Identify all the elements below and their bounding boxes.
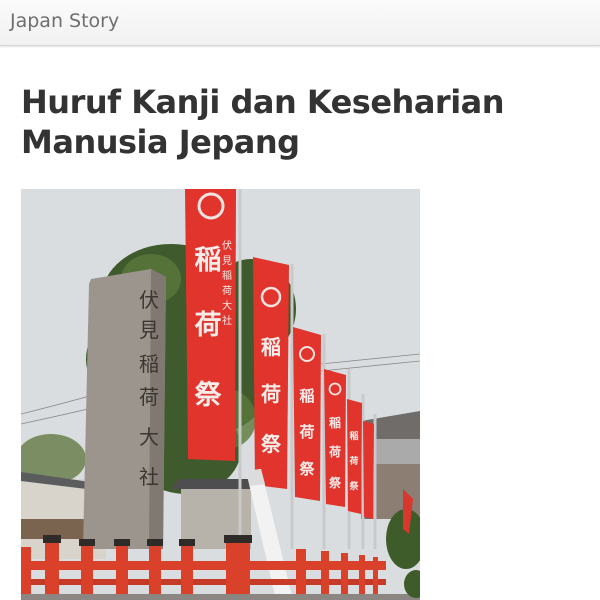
banner-small-char: 稲 — [222, 270, 232, 282]
banner-1: 稲 荷 祭 伏 見 稲 荷 大 社 — [185, 189, 236, 461]
pillar-char: 見 — [139, 318, 159, 342]
banner-char: 稲 — [299, 387, 314, 405]
banner-char: 稲 — [329, 415, 341, 430]
article-title: Huruf Kanji dan Keseharian Manusia Jepan… — [21, 83, 505, 161]
banner-4: 稲 荷 祭 — [324, 369, 346, 507]
app-title[interactable]: Japan Story — [10, 10, 119, 32]
banner-char: 祭 — [260, 432, 282, 456]
banner-small-char: 伏 — [222, 239, 232, 252]
pillar-char: 伏 — [139, 288, 159, 312]
banner-char: 荷 — [195, 310, 222, 341]
article-photo: 伏 見 稲 荷 大 社 稲 荷 祭 伏 見 稲 荷 大 社 稲 荷 祭 稲 荷 … — [21, 189, 420, 600]
banner-char: 祭 — [298, 460, 315, 478]
banner-small-char: 見 — [222, 255, 232, 267]
pillar-char: 社 — [139, 465, 159, 489]
banner-char: 荷 — [348, 455, 358, 467]
banner-small-char: 大 — [222, 299, 232, 312]
banner-char: 荷 — [328, 444, 341, 459]
banner-2: 稲 荷 祭 — [253, 257, 289, 489]
banner-char: 荷 — [261, 382, 281, 406]
banner-char: 祭 — [195, 379, 223, 411]
banner-3: 稲 荷 祭 — [293, 327, 321, 501]
banner-char: 稲 — [349, 430, 358, 442]
banner-char: 祭 — [328, 475, 342, 490]
banner-char: 稲 — [261, 335, 281, 359]
top-app-bar: Japan Story — [0, 0, 600, 46]
banner-5: 稲 荷 祭 — [347, 399, 362, 514]
banner-char: 稲 — [195, 245, 222, 276]
pillar-char: 荷 — [139, 385, 159, 409]
banner-small-char: 社 — [222, 314, 232, 327]
banner-char: 祭 — [348, 480, 359, 492]
banner-char: 荷 — [299, 423, 314, 441]
pillar-char: 稲 — [139, 352, 159, 376]
pillar-char: 大 — [139, 425, 159, 449]
banner-small-char: 荷 — [222, 285, 232, 297]
